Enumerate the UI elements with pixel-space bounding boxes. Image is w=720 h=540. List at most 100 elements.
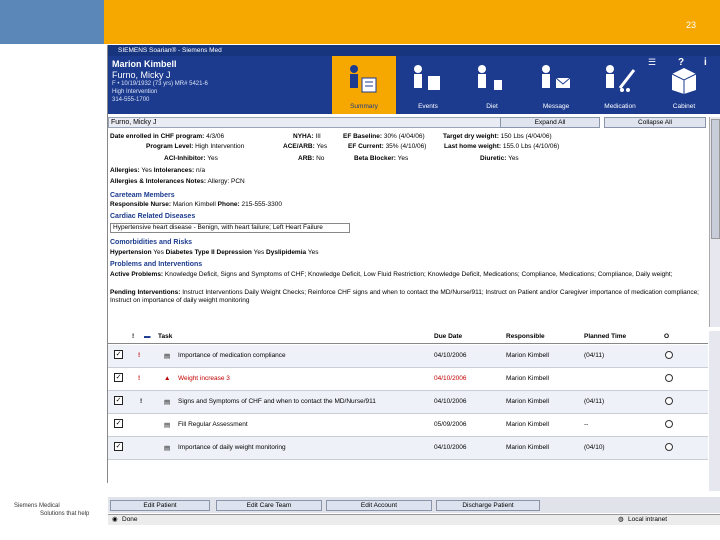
user-name: Marion Kimbell — [112, 59, 177, 69]
diuretic-value: Yes — [508, 155, 519, 162]
patient-demographics: F • 10/19/1932 (73 yrs) MR# 5421-6 — [112, 81, 208, 87]
nav-events-label: Events — [418, 103, 438, 110]
task-name[interactable]: Importance of daily weight monitoring — [178, 444, 286, 451]
last-weight-label: Last home weight: — [444, 143, 502, 150]
allergy-notes-label: Allergies & Intolerances Notes: — [110, 178, 207, 185]
task-status-radio[interactable] — [665, 443, 673, 451]
table-row[interactable]: ✓ ! ▤ Importance of medication complianc… — [108, 345, 708, 368]
task-name[interactable]: Signs and Symptoms of CHF and when to co… — [178, 398, 376, 405]
patient-phone: 314-555-1700 — [112, 97, 150, 103]
task-responsible: Marion Kimbell — [506, 398, 549, 405]
task-checkbox[interactable]: ✓ — [114, 373, 123, 382]
beta-value: Yes — [397, 155, 409, 162]
scroll-thumb[interactable] — [711, 119, 720, 239]
acearb-field: ACE/ARB: Yes — [283, 143, 327, 150]
window-title-bar: SIEMENS Soarian® - Siemens Med — [108, 45, 720, 56]
edit-account-button[interactable]: Edit Account — [326, 500, 432, 511]
hypertension-value: Yes — [153, 249, 164, 256]
diabetes-label: Diabetes Type II — [165, 249, 215, 256]
task-planned: (04/11) — [584, 352, 605, 359]
task-checkbox[interactable]: ✓ — [114, 419, 123, 428]
nav-cabinet[interactable]: Cabinet — [652, 56, 716, 114]
task-status-radio[interactable] — [665, 351, 673, 359]
status-bar: ◉ Done ◍ Local intranet — [108, 514, 720, 525]
phone-label: Phone: — [217, 201, 240, 208]
document-icon: ▤ — [164, 422, 171, 429]
comorbid-section-title[interactable]: Comorbidities and Risks — [110, 239, 192, 246]
task-responsible: Marion Kimbell — [506, 375, 549, 382]
allergy-notes-value: Allergy: PCN — [207, 178, 245, 185]
action-bar: Edit Patient Edit Care Team Edit Account… — [108, 497, 720, 513]
table-row[interactable]: ✓ ! ▤ Signs and Symptoms of CHF and when… — [108, 391, 708, 414]
app-window: SIEMENS Soarian® - Siemens Med Marion Ki… — [107, 45, 720, 525]
table-row[interactable]: ✓ ▤ Importance of daily weight monitorin… — [108, 437, 708, 460]
cardiac-section-title[interactable]: Cardiac Related Diseases — [110, 213, 195, 220]
responsible-header[interactable]: Responsible — [506, 333, 545, 340]
acearb-value: Yes — [316, 143, 328, 150]
nav-diet[interactable]: Diet — [460, 56, 524, 114]
nyha-label: NYHA: — [293, 133, 314, 140]
table-row[interactable]: ✓ ▤ Fill Regular Assessment 05/09/2006 M… — [108, 414, 708, 437]
task-name[interactable]: Importance of medication compliance — [178, 352, 286, 359]
pending-value: Instruct Interventions Daily Weight Chec… — [110, 289, 699, 304]
nav-summary-label: Summary — [350, 103, 378, 110]
pending-label: Pending Interventions: — [110, 289, 181, 296]
task-checkbox[interactable]: ✓ — [114, 350, 123, 359]
message-person-icon — [542, 65, 571, 88]
nav-summary[interactable]: Summary — [332, 56, 396, 114]
nyha-value: III — [315, 133, 321, 140]
problems-section-title[interactable]: Problems and Interventions — [110, 261, 202, 268]
active-problems-value: Knowledge Deficit, Signs and Symptoms of… — [164, 271, 673, 278]
task-status-radio[interactable] — [665, 374, 673, 382]
task-checkbox[interactable]: ✓ — [114, 396, 123, 405]
task-checkbox[interactable]: ✓ — [114, 442, 123, 451]
task-name[interactable]: Fill Regular Assessment — [178, 421, 248, 428]
flag-column-icon: ! — [132, 333, 135, 340]
program-level-field: Program Level: High Intervention — [146, 143, 244, 150]
task-planned: -- — [584, 421, 589, 428]
task-responsible: Marion Kimbell — [506, 421, 549, 428]
task-due: 04/10/2006 — [434, 375, 467, 382]
target-weight-label: Target dry weight: — [443, 133, 499, 140]
ef-current-field: EF Current: 35% (4/10/06) — [348, 143, 426, 150]
cabinet-box-icon — [671, 68, 697, 94]
status-text: Done — [122, 516, 138, 523]
depression-value: Yes — [253, 249, 265, 256]
active-problems-row: Active Problems: Knowledge Deficit, Sign… — [110, 271, 706, 279]
task-header[interactable]: Task — [158, 333, 172, 340]
table-row[interactable]: ✓ ! ▲ Weight increase 3 04/10/2006 Mario… — [108, 368, 708, 391]
task-name[interactable]: Weight increase 3 — [178, 375, 230, 382]
slide-number: 23 — [685, 20, 696, 30]
nav-message[interactable]: Message — [524, 56, 588, 114]
edit-care-team-button[interactable]: Edit Care Team — [216, 500, 322, 511]
task-due: 04/10/2006 — [434, 444, 467, 451]
nav-medication[interactable]: Medication — [588, 56, 652, 114]
discharge-patient-button[interactable]: Discharge Patient — [436, 500, 540, 511]
planned-time-header[interactable]: Planned Time — [584, 333, 626, 340]
due-date-header[interactable]: Due Date — [434, 333, 462, 340]
expand-all-button[interactable]: Expand All — [500, 117, 600, 128]
enrolled-value: 4/3/06 — [206, 133, 225, 140]
task-status-radio[interactable] — [665, 420, 673, 428]
collapse-all-button[interactable]: Collapse All — [604, 117, 706, 128]
pending-interventions-row: Pending Interventions: Instruct Interven… — [110, 289, 706, 305]
beta-label: Beta Blocker: — [354, 155, 396, 162]
diuretic-field: Diuretic: Yes — [480, 155, 519, 162]
task-scrollbar[interactable] — [709, 331, 720, 491]
task-status-radio[interactable] — [665, 397, 673, 405]
program-level-label: Program Level: — [146, 143, 194, 150]
ef-current-label: EF Current: — [348, 143, 384, 150]
content-scrollbar[interactable] — [709, 117, 720, 327]
edit-patient-button[interactable]: Edit Patient — [110, 500, 210, 511]
depression-label: Depression — [216, 249, 252, 256]
nav-events[interactable]: Events — [396, 56, 460, 114]
careteam-section-title[interactable]: Careteam Members — [110, 192, 175, 199]
o-header[interactable]: O — [664, 333, 669, 340]
nav-message-label: Message — [542, 103, 570, 110]
task-due: 05/09/2006 — [434, 421, 467, 428]
alert-icon: ! — [138, 352, 141, 359]
sort-icon[interactable]: ▬ — [144, 333, 151, 340]
target-weight-value: 150 Lbs (4/04/06) — [500, 133, 552, 140]
zone-text: Local intranet — [628, 516, 668, 523]
program-level-value: High Intervention — [195, 143, 245, 150]
